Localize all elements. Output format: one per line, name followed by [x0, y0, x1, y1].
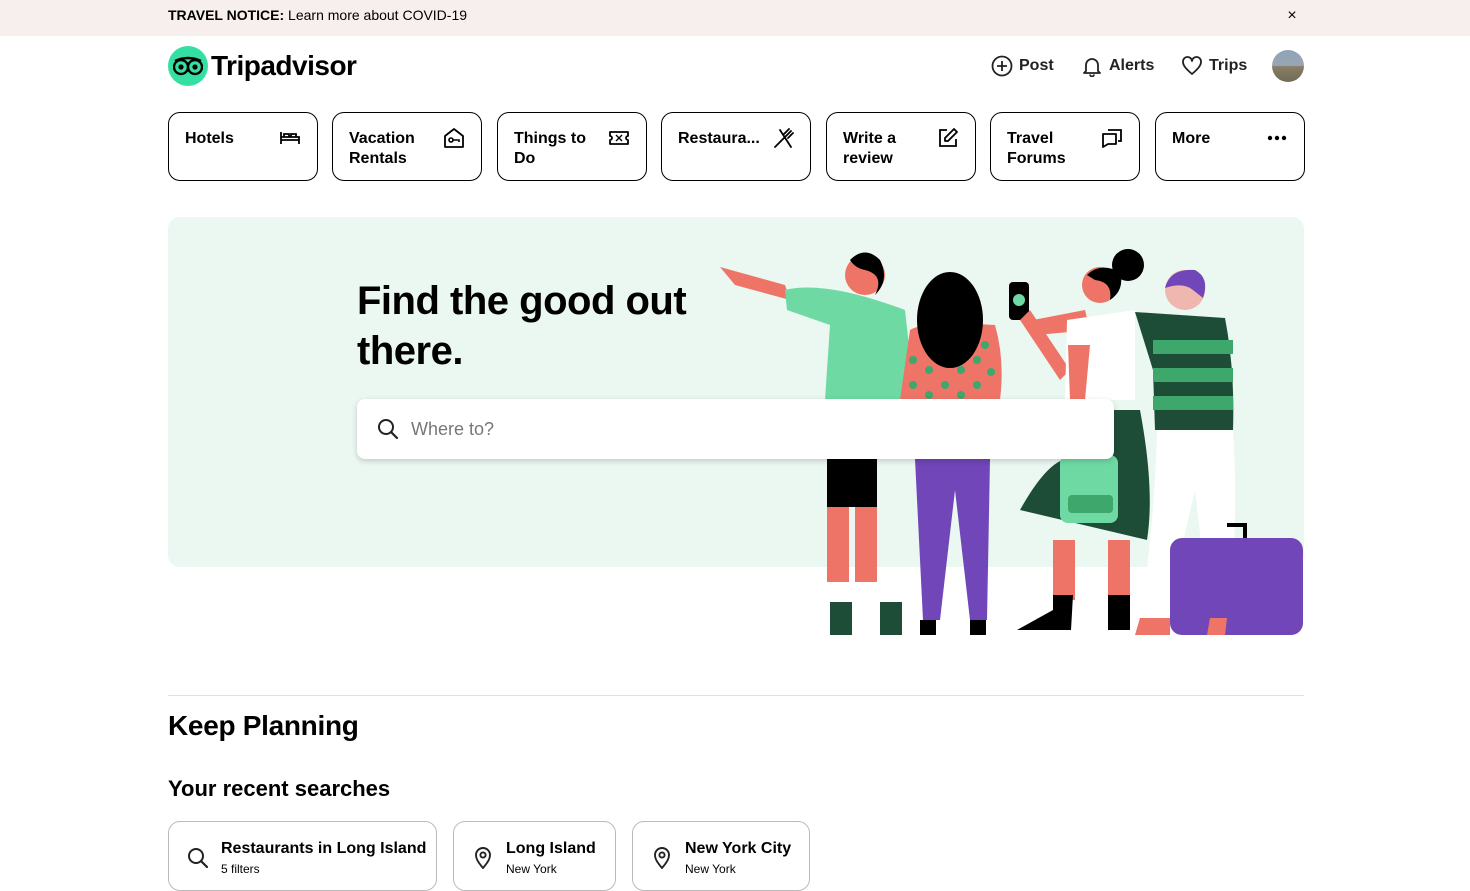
- tile-hotels[interactable]: Hotels: [168, 112, 318, 181]
- more-dots-icon: [1267, 135, 1287, 141]
- post-button[interactable]: Post: [991, 52, 1054, 80]
- tile-label: More: [1172, 130, 1211, 147]
- search-input[interactable]: [411, 418, 1071, 440]
- alerts-label: Alerts: [1109, 57, 1155, 74]
- edit-icon: [939, 128, 958, 147]
- tile-more[interactable]: More: [1155, 112, 1305, 181]
- tile-label: Travel Forums: [1007, 130, 1066, 167]
- trips-button[interactable]: Trips: [1181, 52, 1247, 80]
- plus-circle-icon: [991, 55, 1013, 77]
- section-divider: [168, 695, 1304, 696]
- ticket-icon: [609, 131, 629, 145]
- location-pin-icon: [475, 847, 491, 869]
- tile-write-review[interactable]: Write a review: [826, 112, 976, 181]
- tripadvisor-logo[interactable]: Tripadvisor: [168, 46, 357, 86]
- search-icon: [378, 419, 399, 440]
- tile-travel-forums[interactable]: Travel Forums: [990, 112, 1140, 181]
- location-pin-icon: [654, 847, 670, 869]
- avatar[interactable]: [1272, 50, 1304, 82]
- tile-label: Write a review: [843, 130, 897, 167]
- tile-vacation-rentals[interactable]: Vacation Rentals: [332, 112, 482, 181]
- chat-icon: [1102, 129, 1122, 148]
- bell-icon: [1083, 58, 1101, 77]
- hero-title: Find the good out there.: [357, 279, 687, 373]
- recent-search-title: Restaurants in Long Island: [221, 840, 427, 857]
- tile-label: Vacation Rentals: [349, 130, 415, 167]
- recent-search-subtitle: New York: [506, 862, 557, 876]
- recent-search-subtitle: 5 filters: [221, 862, 260, 876]
- bed-icon: [280, 132, 300, 144]
- house-key-icon: [444, 128, 464, 148]
- tile-label: Hotels: [185, 130, 234, 147]
- recent-search-card[interactable]: New York City New York: [632, 821, 810, 891]
- tile-label: Things to Do: [514, 130, 586, 167]
- owl-logo-icon: [168, 46, 208, 86]
- tile-label: Restaura...: [678, 130, 760, 147]
- trips-label: Trips: [1209, 57, 1248, 74]
- travel-notice-bar: TRAVEL NOTICE: Learn more about COVID-19…: [0, 0, 1470, 36]
- keep-planning-title: Keep Planning: [168, 710, 359, 741]
- logo-text: Tripadvisor: [211, 50, 357, 81]
- tile-restaurants[interactable]: Restaura...: [661, 112, 811, 181]
- tile-things-to-do[interactable]: Things to Do: [497, 112, 647, 181]
- fork-knife-icon: [774, 128, 794, 148]
- travel-notice-label: TRAVEL NOTICE:: [168, 7, 285, 23]
- recent-search-subtitle: New York: [685, 862, 736, 876]
- recent-searches-title: Your recent searches: [168, 776, 391, 801]
- alerts-button[interactable]: Alerts: [1081, 52, 1154, 80]
- travel-notice-link[interactable]: Learn more about COVID-19: [288, 7, 467, 23]
- close-notice-button[interactable]: ×: [1283, 6, 1301, 26]
- search-icon: [188, 848, 209, 869]
- recent-search-title: New York City: [685, 840, 792, 857]
- recent-search-card[interactable]: Long Island New York: [453, 821, 616, 891]
- search-bar[interactable]: [357, 399, 1114, 459]
- heart-icon: [1182, 56, 1202, 75]
- recent-search-title: Long Island: [506, 840, 596, 857]
- recent-search-card[interactable]: Restaurants in Long Island 5 filters: [168, 821, 437, 891]
- post-label: Post: [1019, 57, 1054, 74]
- travel-notice[interactable]: TRAVEL NOTICE: Learn more about COVID-19: [168, 7, 467, 23]
